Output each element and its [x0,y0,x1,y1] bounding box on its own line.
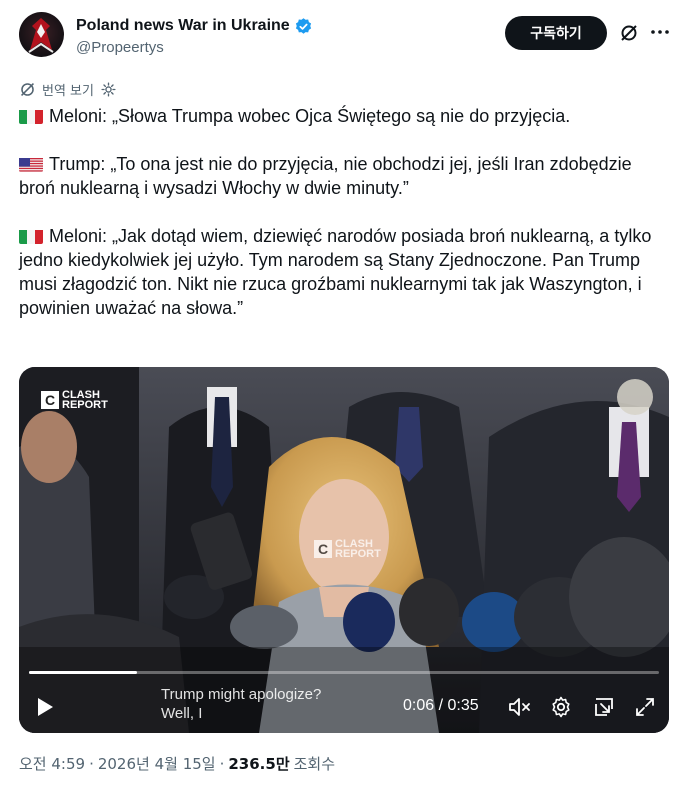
meta-separator: · [219,754,225,773]
more-icon[interactable] [649,20,671,44]
tweet-time[interactable]: 오전 4:59 [19,753,85,774]
tweet-paragraph: Meloni: „Słowa Trumpa wobec Ojca Święteg… [19,104,669,128]
display-name[interactable]: Poland news War in Ukraine [76,16,290,36]
tweet-text: Meloni: „Słowa Trumpa wobec Ojca Święteg… [19,104,669,344]
meta-separator: · [89,754,94,773]
verified-badge-icon [295,17,311,34]
clash-report-watermark-center: C CLASH REPORT [314,539,381,560]
tweet-paragraph: Trump: „To ona jest nie do przyjęcia, ni… [19,152,669,200]
tweet-meta: 오전 4:59 · 2026년 4월 15일 · 236.5만 조회수 [19,753,335,774]
video-controls: 0:06 / 0:35 [19,689,669,725]
translate-globe-icon [21,82,34,96]
avatar[interactable] [19,12,64,57]
tweet-paragraph: Meloni: „Jak dotąd wiem, dziewięć narodó… [19,224,669,320]
progress-bar[interactable] [29,671,659,674]
usa-flag-icon [19,156,43,172]
clash-report-logo-icon: C [41,391,59,409]
tweet-date[interactable]: 2026년 4월 15일 [98,753,216,774]
progress-fill [29,671,137,674]
subscribe-button[interactable]: 구독하기 [505,16,607,50]
settings-gear-icon[interactable] [100,81,117,98]
paragraph-text: Meloni: „Słowa Trumpa wobec Ojca Święteg… [49,106,571,126]
clash-report-logo-icon: C [314,540,332,558]
italy-flag-icon [19,108,43,124]
paragraph-text: Trump: „To ona jest nie do przyjęcia, ni… [19,154,632,198]
clash-report-watermark: C CLASH REPORT [41,390,108,411]
settings-icon[interactable] [549,695,573,719]
italy-flag-icon [19,228,43,244]
video-player[interactable]: C CLASH REPORT C CLASH REPORT Trump migh… [19,367,669,733]
volume-muted-icon[interactable] [507,696,531,718]
translate-row: 번역 보기 [19,79,117,99]
paragraph-text: Meloni: „Jak dotąd wiem, dziewięć narodó… [19,226,652,318]
translate-link[interactable]: 번역 보기 [42,80,94,99]
tweet-header: Poland news War in Ukraine @Propeertys 구… [19,12,669,60]
view-label: 조회수 [293,755,336,773]
view-count: 236.5만 [228,755,290,773]
grok-icon[interactable] [619,23,639,43]
fullscreen-icon[interactable] [633,695,657,719]
picture-in-picture-icon[interactable] [592,695,616,719]
play-icon[interactable] [36,697,54,717]
watermark-line2: REPORT [335,548,381,560]
video-time: 0:06 / 0:35 [403,697,479,714]
handle[interactable]: @Propeertys [76,38,164,58]
watermark-line2: REPORT [62,399,108,411]
